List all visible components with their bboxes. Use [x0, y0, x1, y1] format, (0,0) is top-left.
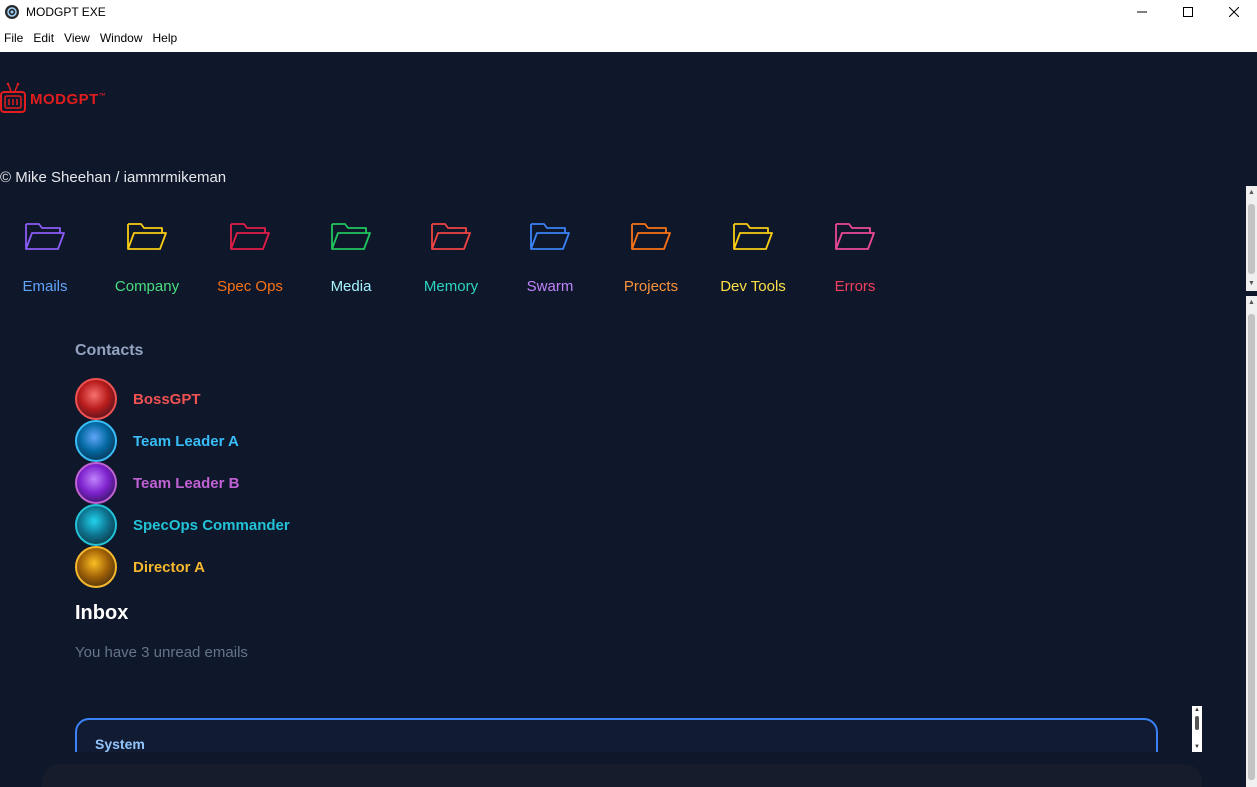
- avatar: [75, 378, 117, 420]
- avatar: [75, 546, 117, 588]
- contact-name: SpecOps Commander: [133, 516, 290, 534]
- scroll-down-icon[interactable]: ▼: [1194, 744, 1200, 750]
- contact-name: Director A: [133, 558, 205, 576]
- folder-label-dev-tools: Dev Tools: [720, 278, 786, 295]
- folder-icon: [25, 223, 65, 250]
- inbox-heading: Inbox: [75, 602, 129, 624]
- folder-icon: [230, 223, 270, 250]
- folder-memory[interactable]: Memory: [401, 212, 501, 295]
- folder-errors[interactable]: Errors: [805, 212, 905, 295]
- robot-tv-icon: [0, 82, 26, 113]
- scroll-up-icon[interactable]: ▲: [1248, 299, 1255, 306]
- close-button[interactable]: [1211, 0, 1257, 24]
- contacts-heading: Contacts: [75, 342, 144, 359]
- folder-label-swarm: Swarm: [526, 278, 574, 295]
- bottom-panel: [42, 764, 1202, 787]
- app-content: MODGPT™ © Mike Sheehan / iammrmikeman Em…: [0, 52, 1257, 787]
- folder-icon: [835, 223, 875, 250]
- inbox-scrollbar[interactable]: ▲ ▼: [1192, 706, 1202, 752]
- title-bar: MODGPT EXE: [0, 0, 1257, 24]
- maximize-icon: [1183, 7, 1193, 17]
- folder-label-company: Company: [114, 278, 180, 295]
- scroll-thumb[interactable]: [1248, 314, 1255, 780]
- folder-projects[interactable]: Projects: [601, 212, 701, 295]
- avatar: [75, 504, 117, 546]
- contact-team-leader-b[interactable]: Team Leader B: [75, 462, 239, 504]
- scroll-down-icon[interactable]: ▼: [1248, 280, 1255, 287]
- minimize-icon: [1137, 11, 1147, 13]
- logo-text: MODGPT™: [30, 90, 107, 108]
- folder-icon: [331, 223, 371, 250]
- avatar: [75, 462, 117, 504]
- contact-specops-commander[interactable]: SpecOps Commander: [75, 504, 290, 546]
- folder-icon: [431, 223, 471, 250]
- menu-bar: File Edit View Window Help: [0, 24, 1257, 52]
- folder-company[interactable]: Company: [97, 212, 197, 295]
- scroll-thumb[interactable]: [1248, 204, 1255, 274]
- scroll-thumb[interactable]: [1195, 716, 1199, 730]
- page-scrollbar-lower[interactable]: ▲: [1246, 296, 1257, 787]
- folder-label-media: Media: [330, 278, 372, 295]
- menu-file[interactable]: File: [0, 31, 27, 45]
- menu-edit[interactable]: Edit: [29, 31, 58, 45]
- copyright-text: © Mike Sheehan / iammrmikeman: [0, 169, 227, 186]
- folder-spec-ops[interactable]: Spec Ops: [200, 212, 300, 295]
- email-sender: System: [95, 736, 145, 752]
- menu-window[interactable]: Window: [96, 31, 147, 45]
- contact-team-leader-a[interactable]: Team Leader A: [75, 420, 239, 462]
- close-icon: [1229, 7, 1239, 17]
- page-scrollbar-upper[interactable]: ▲ ▼: [1246, 186, 1257, 291]
- contact-name: Team Leader A: [133, 432, 239, 450]
- folder-media[interactable]: Media: [301, 212, 401, 295]
- folder-icon: [127, 223, 167, 250]
- logo[interactable]: MODGPT™: [0, 82, 106, 116]
- unread-count-text: You have 3 unread emails: [75, 644, 248, 661]
- folder-label-errors: Errors: [834, 278, 876, 295]
- folder-label-memory: Memory: [423, 278, 479, 295]
- app-icon: [5, 5, 19, 19]
- minimize-button[interactable]: [1119, 0, 1165, 24]
- window-title: MODGPT EXE: [26, 5, 106, 19]
- menu-view[interactable]: View: [60, 31, 94, 45]
- folder-label-emails: Emails: [22, 278, 68, 295]
- folder-swarm[interactable]: Swarm: [500, 212, 600, 295]
- window-controls: [1119, 0, 1257, 24]
- folder-emails[interactable]: Emails: [0, 212, 95, 295]
- contact-director-a[interactable]: Director A: [75, 546, 205, 588]
- folder-icon: [733, 223, 773, 250]
- folder-label-projects: Projects: [623, 278, 679, 295]
- menu-help[interactable]: Help: [149, 31, 182, 45]
- folder-icon: [631, 223, 671, 250]
- scroll-up-icon[interactable]: ▲: [1194, 707, 1200, 713]
- contact-name: BossGPT: [133, 390, 201, 408]
- avatar: [75, 420, 117, 462]
- inbox-clip: [0, 752, 1257, 764]
- folder-label-spec-ops: Spec Ops: [217, 278, 283, 295]
- contact-bossgpt[interactable]: BossGPT: [75, 378, 201, 420]
- contact-name: Team Leader B: [133, 474, 240, 492]
- scroll-up-icon[interactable]: ▲: [1248, 189, 1255, 196]
- maximize-button[interactable]: [1165, 0, 1211, 24]
- folder-icon: [530, 223, 570, 250]
- folder-dev-tools[interactable]: Dev Tools: [703, 212, 803, 295]
